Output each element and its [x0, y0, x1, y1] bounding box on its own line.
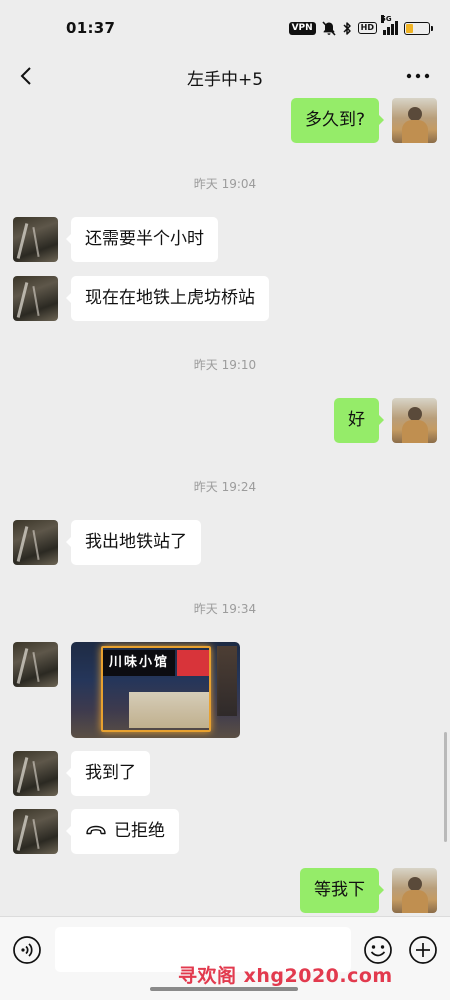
- message-list[interactable]: 多久到? 昨天 19:04 还需要半个小时 现在在地铁上虎坊桥站 昨天 19:1…: [0, 98, 450, 916]
- more-button[interactable]: [402, 62, 434, 90]
- plus-button[interactable]: [408, 935, 438, 965]
- timestamp: 昨天 19:24: [193, 480, 257, 494]
- chat-title: 左手中+5: [186, 70, 264, 90]
- friend-message-bubble[interactable]: 现在在地铁上虎坊桥站: [66, 276, 269, 321]
- clock: 01:37: [66, 19, 116, 37]
- my-message-bubble[interactable]: 等我下: [300, 868, 384, 913]
- mute-bell-icon: [322, 20, 336, 36]
- my-message-bubble[interactable]: 好: [334, 398, 384, 443]
- friend-avatar[interactable]: [13, 217, 58, 262]
- chat-header: 左手中+5: [0, 54, 450, 98]
- hd-icon: HD: [357, 22, 377, 34]
- voice-button[interactable]: [12, 935, 42, 965]
- home-indicator[interactable]: [150, 987, 298, 991]
- input-bar: 寻欢阁 xhg2020.com: [0, 916, 450, 1000]
- friend-message-bubble[interactable]: 还需要半个小时: [66, 217, 218, 262]
- timestamp: 昨天 19:04: [193, 177, 257, 191]
- network-type-label: 5G: [381, 15, 392, 23]
- my-avatar[interactable]: [392, 398, 437, 443]
- more-dots-icon: [406, 73, 430, 79]
- status-icons: VPN HD 5G: [288, 15, 433, 36]
- battery-level: [406, 23, 413, 33]
- photo-window: [129, 692, 209, 728]
- scrollbar[interactable]: [444, 732, 447, 842]
- photo-shop-sign: 川味小馆: [103, 650, 175, 676]
- plus-icon: [409, 936, 437, 964]
- friend-avatar[interactable]: [13, 751, 58, 796]
- friend-avatar[interactable]: [13, 809, 58, 854]
- timestamp: 昨天 19:10: [193, 358, 257, 372]
- vpn-icon: VPN: [288, 21, 316, 35]
- timestamp: 昨天 19:34: [193, 602, 257, 616]
- photo-building: [217, 646, 237, 716]
- friend-message-bubble[interactable]: 我出地铁站了: [66, 520, 201, 565]
- call-status-text: 已拒绝: [114, 821, 165, 841]
- voice-icon: [13, 936, 41, 964]
- my-avatar[interactable]: [392, 98, 437, 143]
- bluetooth-icon: [343, 21, 351, 35]
- photo-red-sign: [177, 650, 209, 676]
- friend-message-bubble[interactable]: 我到了: [66, 751, 150, 796]
- my-avatar[interactable]: [392, 868, 437, 913]
- battery-icon: [404, 21, 433, 35]
- my-message-bubble[interactable]: 多久到?: [290, 98, 385, 143]
- emoji-icon: [364, 936, 392, 964]
- call-record-bubble[interactable]: 已拒绝: [66, 809, 179, 854]
- friend-avatar[interactable]: [13, 276, 58, 321]
- friend-avatar[interactable]: [13, 520, 58, 565]
- image-message[interactable]: 川味小馆: [71, 642, 240, 738]
- watermark: 寻欢阁 xhg2020.com: [178, 965, 393, 987]
- status-bar: 01:37 VPN HD 5G: [0, 0, 450, 54]
- friend-avatar[interactable]: [13, 642, 58, 687]
- phone-hangup-icon: [86, 825, 106, 834]
- signal-icon: 5G: [381, 15, 398, 35]
